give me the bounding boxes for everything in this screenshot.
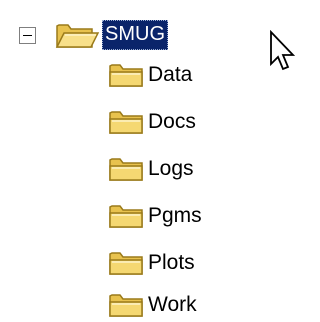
tree-node-smug[interactable]: SMUG [54, 18, 168, 52]
tree-node-label: Pgms [148, 204, 202, 227]
tree-node-docs[interactable]: Docs [108, 105, 196, 139]
folder-icon [109, 205, 143, 228]
tree-node-label: Plots [148, 251, 195, 274]
folder-icon [109, 111, 143, 134]
folder-open-icon [55, 24, 100, 48]
collapse-toggle-button[interactable] [19, 27, 36, 44]
folder-tree: SMUG Data Docs Logs Pgms Plots Work [0, 0, 305, 322]
tree-node-pgms[interactable]: Pgms [108, 199, 202, 233]
arrow-cursor-icon [270, 30, 295, 71]
tree-node-label: Docs [148, 110, 196, 133]
tree-node-label: Data [148, 63, 193, 86]
folder-icon [109, 252, 143, 275]
tree-node-label: SMUG [102, 20, 168, 50]
tree-node-data[interactable]: Data [108, 58, 192, 92]
tree-node-label: Work [148, 293, 197, 316]
folder-icon [109, 64, 143, 87]
tree-node-work[interactable]: Work [108, 288, 197, 322]
folder-icon [109, 158, 143, 181]
tree-node-logs[interactable]: Logs [108, 152, 194, 186]
tree-node-label: Logs [148, 157, 194, 180]
folder-icon [109, 294, 143, 317]
tree-node-plots[interactable]: Plots [108, 246, 195, 280]
